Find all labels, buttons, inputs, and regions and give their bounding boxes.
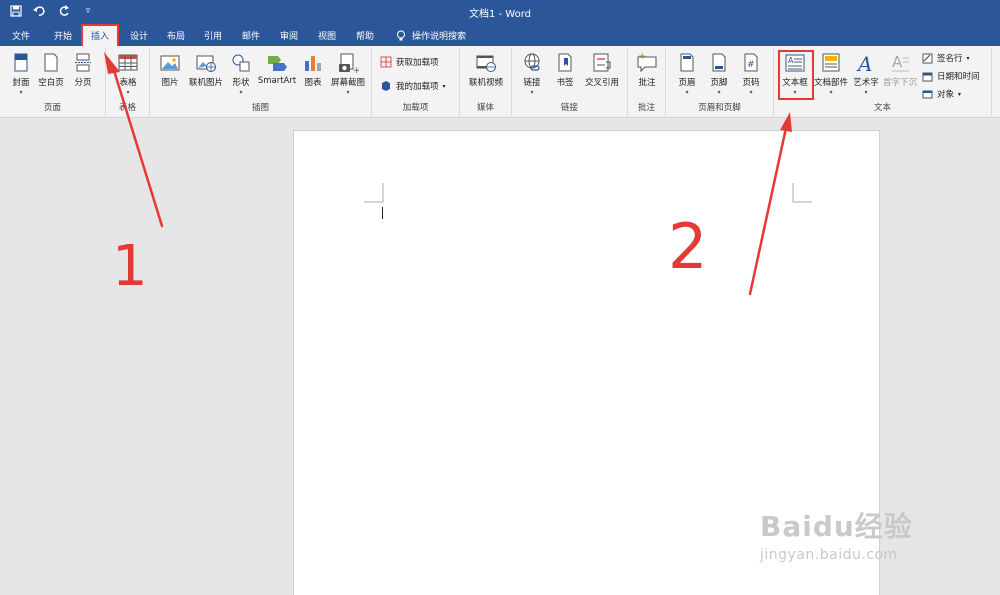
arrow-1 [104,52,164,228]
step-1-number: 1 [112,234,148,299]
watermark-main: Baidu经验 [760,510,913,543]
step-2-number: 2 [668,210,707,283]
baidu-watermark: Baidu经验 jingyan.baidu.com [760,505,913,563]
watermark-sub: jingyan.baidu.com [760,547,898,563]
arrow-2 [748,112,792,296]
